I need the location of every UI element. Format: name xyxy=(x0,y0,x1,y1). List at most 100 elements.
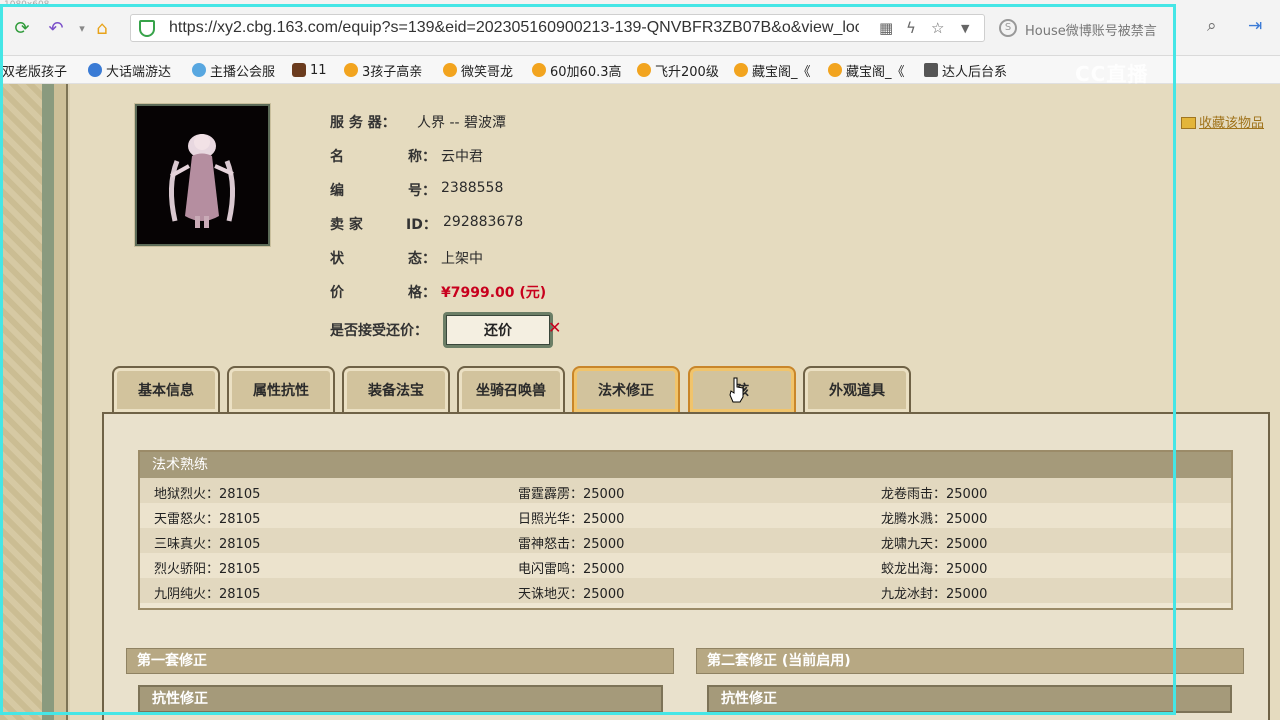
bookmark-icon xyxy=(192,63,206,77)
home-icon[interactable]: ⌂ xyxy=(90,16,114,40)
bookmark-icon xyxy=(532,63,546,77)
shield-icon xyxy=(139,20,155,37)
bookmark-icon xyxy=(88,63,102,77)
search-icon[interactable]: ⌕ xyxy=(1207,16,1217,36)
bookmark-icon xyxy=(344,63,358,77)
table-cell: 雷神怒击：25000 xyxy=(518,537,625,552)
price-label: 格： xyxy=(408,285,436,301)
status-value: 上架中 xyxy=(441,251,483,267)
resistance-correction-title: 抗性修正 xyxy=(707,685,1232,713)
table-cell: 龙腾水溅：25000 xyxy=(881,512,988,527)
table-cell: 天雷怒火：28105 xyxy=(154,512,261,527)
bookmark-item[interactable]: 主播公会服 xyxy=(192,60,275,80)
status-label: 态： xyxy=(408,251,436,267)
search-engine-icon: S xyxy=(999,19,1017,37)
page-content: 服 务 器： 人界 -- 碧波潭 名 称： 云中君 编 号： 2388558 卖… xyxy=(0,84,1280,720)
table-cell: 烈火骄阳：28105 xyxy=(154,562,261,577)
tab-attributes[interactable]: 属性抗性 xyxy=(227,366,335,412)
close-icon[interactable]: ✕ xyxy=(548,318,561,337)
bookmark-icon xyxy=(292,63,306,77)
table-row: 天雷怒火：28105 日照光华：25000 龙腾水溅：25000 xyxy=(140,503,1231,528)
server-value: 人界 -- 碧波潭 xyxy=(417,115,507,131)
folder-icon xyxy=(1181,117,1196,129)
bookmark-item[interactable]: 大话端游达 xyxy=(88,60,171,80)
bookmark-icon xyxy=(637,63,651,77)
correction-set1-title: 第一套修正 xyxy=(126,648,674,674)
back-icon[interactable]: ↶ xyxy=(44,16,68,40)
resistance-correction-title: 抗性修正 xyxy=(138,685,663,713)
table-row: 九阴纯火：28105 天诛地灭：25000 九龙冰封：25000 xyxy=(140,578,1231,603)
refresh-icon[interactable]: ⟳ xyxy=(10,16,34,40)
correction-set2-title: 第二套修正 (当前启用) xyxy=(696,648,1244,674)
price-label: 价 xyxy=(330,285,344,301)
bargain-label: 是否接受还价： xyxy=(330,323,428,339)
bargain-button-label[interactable]: 还价 xyxy=(446,315,550,345)
bookmark-item[interactable]: 飞升200级 xyxy=(637,60,719,80)
tab-equipment[interactable]: 装备法宝 xyxy=(342,366,450,412)
bookmark-item[interactable]: 微笑哥龙 xyxy=(443,60,513,80)
bargain-button[interactable]: 还价 xyxy=(443,312,553,348)
stream-watermark: CC直播 xyxy=(1075,62,1149,86)
table-cell: 龙啸九天：25000 xyxy=(881,537,988,552)
table-cell: 蛟龙出海：25000 xyxy=(881,562,988,577)
table-cell: 雷霆霹雳：25000 xyxy=(518,487,625,502)
table-row: 烈火骄阳：28105 电闪雷鸣：25000 蛟龙出海：25000 xyxy=(140,553,1231,578)
table-cell: 日照光华：25000 xyxy=(518,512,625,527)
bookmark-item[interactable]: 11 xyxy=(292,60,327,80)
login-icon[interactable]: ⇥ xyxy=(1248,16,1262,36)
bookmark-item[interactable]: 双老版孩子 xyxy=(2,60,67,80)
url-text[interactable]: https://xy2.cbg.163.com/equip?s=139&eid=… xyxy=(169,19,859,37)
bookmark-item[interactable]: 藏宝阁_《 xyxy=(828,60,905,80)
table-cell: 地狱烈火：28105 xyxy=(154,487,261,502)
seller-label: 卖 家 xyxy=(330,217,363,233)
table-cell: 九龙冰封：25000 xyxy=(881,587,988,602)
bookmark-item[interactable]: 达人后台系 xyxy=(924,60,1007,80)
seller-label: ID： xyxy=(406,217,437,233)
tab-appearance[interactable]: 外观道具 xyxy=(803,366,911,412)
table-cell: 九阴纯火：28105 xyxy=(154,587,261,602)
side-decoration xyxy=(42,84,54,720)
search-box[interactable]: S House微博账号被禁言 xyxy=(995,14,1175,42)
section-title: 法术熟练 xyxy=(140,452,1231,478)
table-row: 地狱烈火：28105 雷霆霹雳：25000 龙卷雨击：25000 xyxy=(140,478,1231,503)
table-cell: 电闪雷鸣：25000 xyxy=(518,562,625,577)
bookmark-icon xyxy=(734,63,748,77)
side-decoration xyxy=(54,84,68,720)
bookmark-item[interactable]: 藏宝阁_《 xyxy=(734,60,811,80)
bookmark-item[interactable]: 3孩子高亲 xyxy=(344,60,422,80)
tab-basic-info[interactable]: 基本信息 xyxy=(112,366,220,412)
table-row: 三味真火：28105 雷神怒击：25000 龙啸九天：25000 xyxy=(140,528,1231,553)
price-value: ¥7999.00 (元) xyxy=(441,285,547,301)
document-icon xyxy=(924,63,938,77)
tab-spell-correction[interactable]: 法术修正 xyxy=(572,366,680,412)
server-label: 服 务 器： xyxy=(330,115,396,131)
character-avatar xyxy=(135,104,270,246)
bookmark-item[interactable]: 60加60.3高 xyxy=(532,60,622,80)
lightning-icon[interactable]: ϟ xyxy=(906,19,916,37)
browser-toolbar: 1080x608 ⟳ ↶ ▾ ⌂ https://xy2.cbg.163.com… xyxy=(0,0,1280,56)
name-value: 云中君 xyxy=(441,149,483,165)
star-icon[interactable]: ☆ xyxy=(931,19,944,37)
spell-rows: 地狱烈火：28105 雷霆霹雳：25000 龙卷雨击：25000 天雷怒火：28… xyxy=(140,478,1231,603)
qr-icon[interactable]: ▦ xyxy=(879,19,893,37)
id-value: 2388558 xyxy=(441,180,504,196)
bookmark-icon xyxy=(828,63,842,77)
chevron-down-icon[interactable]: ▼ xyxy=(961,22,969,35)
address-bar[interactable]: https://xy2.cbg.163.com/equip?s=139&eid=… xyxy=(130,14,985,42)
tab-mounts-pets[interactable]: 坐骑召唤兽 xyxy=(457,366,565,412)
id-label: 编 xyxy=(330,183,344,199)
id-label: 号： xyxy=(408,183,436,199)
side-decoration xyxy=(0,84,42,720)
favorite-link[interactable]: 收藏该物品 xyxy=(1181,112,1264,131)
hand-cursor-icon xyxy=(729,377,744,403)
search-text[interactable]: House微博账号被禁言 xyxy=(1025,20,1157,39)
table-cell: 天诛地灭：25000 xyxy=(518,587,625,602)
table-cell: 龙卷雨击：25000 xyxy=(881,487,988,502)
name-label: 名 xyxy=(330,149,344,165)
resolution-label: 1080x608 xyxy=(4,0,50,10)
table-cell: 三味真火：28105 xyxy=(154,537,261,552)
seller-value: 292883678 xyxy=(443,214,524,230)
status-label: 状 xyxy=(330,251,344,267)
name-label: 称： xyxy=(408,149,436,165)
spell-proficiency-table: 法术熟练 地狱烈火：28105 雷霆霹雳：25000 龙卷雨击：25000 天雷… xyxy=(138,450,1233,610)
